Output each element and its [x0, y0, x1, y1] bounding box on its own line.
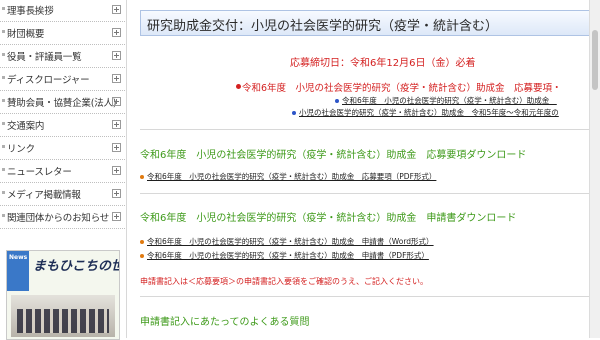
- expand-plus-icon[interactable]: [112, 120, 121, 129]
- expand-plus-icon[interactable]: [112, 97, 121, 106]
- sidebar-item[interactable]: ニュースレター: [0, 161, 125, 183]
- divider: [140, 129, 590, 130]
- expand-plus-icon[interactable]: [112, 212, 121, 221]
- sidebar-item-label: 交通案内: [7, 121, 45, 132]
- expand-plus-icon[interactable]: [112, 5, 121, 14]
- bullet-icon: [2, 191, 5, 194]
- bullet-icon: [2, 30, 5, 33]
- sidebar-item[interactable]: リンク: [0, 138, 125, 160]
- sidebar-item[interactable]: 役員・評議員一覧: [0, 46, 125, 68]
- application-pdf-link[interactable]: 令和6年度 小児の社会医学的研究（疫学・統計含む）助成金 申請書（PDF形式）: [147, 250, 429, 261]
- bullet-icon: [2, 99, 5, 102]
- sidebar-item-label: メディア掲載情報: [7, 190, 81, 201]
- sidebar-item[interactable]: ディスクロージャー: [0, 69, 125, 91]
- bullet-icon: [2, 214, 5, 217]
- orange-bullet-icon: [140, 240, 144, 244]
- sidebar-item[interactable]: 理事長挨拶: [0, 0, 125, 22]
- expand-plus-icon[interactable]: [112, 28, 121, 37]
- page-title: 研究助成金交付：小児の社会医学的研究（疫学・統計含む）: [147, 19, 499, 34]
- scrollbar[interactable]: [589, 0, 600, 338]
- newsletter-banner[interactable]: News まもひこちの世紀: [6, 250, 120, 340]
- banner-badge-text: News: [9, 254, 28, 261]
- blue-bullet-icon: [335, 99, 339, 103]
- section2-heading: 令和6年度 小児の社会医学的研究（疫学・統計含む）助成金 申請書ダウンロード: [140, 213, 517, 224]
- sidebar-item-label: ディスクロージャー: [7, 75, 90, 86]
- banner-badge: News: [7, 251, 29, 291]
- blue-bullet-icon: [292, 111, 296, 115]
- sidebar-item-label: ニュースレター: [7, 167, 72, 178]
- sidebar: 理事長挨拶財団概要役員・評議員一覧 ディスクロージャー賛助会員・協賛企業(法人) 交…: [0, 0, 127, 340]
- orange-bullet-icon: [140, 175, 144, 179]
- main-content: 研究助成金交付：小児の社会医学的研究（疫学・統計含む） 応募締切日：令和6年12…: [140, 0, 590, 338]
- sidebar-item[interactable]: メディア掲載情報: [0, 184, 125, 206]
- sidebar-item[interactable]: 関連団体からのお知らせ: [0, 207, 125, 229]
- sidebar-item[interactable]: 財団概要: [0, 23, 125, 45]
- sidebar-item-label: リンク: [7, 144, 35, 155]
- divider: [140, 193, 590, 194]
- sidebar-item[interactable]: 交通案内: [0, 115, 125, 137]
- sub-link-2[interactable]: 小児の社会医学的研究（疫学・統計含む）助成金 令和5年度～令和元年度の: [299, 107, 559, 118]
- deadline-text: 応募締切日：令和6年12月6日（金）必着: [290, 58, 476, 69]
- section1-heading: 令和6年度 小児の社会医学的研究（疫学・統計含む）助成金 応募要項ダウンロード: [140, 150, 527, 161]
- bullet-icon: [2, 145, 5, 148]
- expand-plus-icon[interactable]: [112, 189, 121, 198]
- sidebar-nav: 理事長挨拶財団概要役員・評議員一覧 ディスクロージャー賛助会員・協賛企業(法人) 交…: [0, 0, 126, 229]
- sub-link-1[interactable]: 令和6年度 小児の社会医学的研究（疫学・統計含む）助成金: [342, 95, 557, 106]
- page-title-bar: 研究助成金交付：小児の社会医学的研究（疫学・統計含む）: [140, 10, 590, 36]
- red-bullet-icon: [236, 84, 241, 89]
- guideline-pdf-link[interactable]: 令和6年度 小児の社会医学的研究（疫学・統計含む）助成金 応募要項（PDF形式）: [147, 171, 436, 182]
- sidebar-item-label: 賛助会員・協賛企業(法人): [7, 98, 117, 109]
- banner-logo-text: まもひこちの世紀: [33, 259, 119, 274]
- expand-plus-icon[interactable]: [112, 51, 121, 60]
- expand-plus-icon[interactable]: [112, 143, 121, 152]
- bullet-icon: [2, 7, 5, 10]
- expand-plus-icon[interactable]: [112, 74, 121, 83]
- application-word-link[interactable]: 令和6年度 小児の社会医学的研究（疫学・統計含む）助成金 申請書（Word形式）: [147, 236, 434, 247]
- bullet-icon: [2, 76, 5, 79]
- sidebar-item-label: 役員・評議員一覧: [7, 52, 82, 63]
- scrollbar-thumb[interactable]: [592, 30, 598, 90]
- bullet-icon: [2, 122, 5, 125]
- faq-heading: 申請書記入にあたってのよくある質問: [140, 317, 310, 328]
- application-note: 申請書記入は＜応募要項＞の申請書記入要領をご確認のうえ、ご記入ください。: [140, 277, 428, 286]
- bullet-icon: [2, 53, 5, 56]
- orange-bullet-icon: [140, 254, 144, 258]
- expand-plus-icon[interactable]: [112, 166, 121, 175]
- divider: [140, 296, 590, 297]
- sidebar-item-label: 関連団体からのお知らせ: [7, 213, 110, 224]
- sidebar-item-label: 財団概要: [7, 29, 45, 40]
- sidebar-item-label: 理事長挨拶: [7, 6, 54, 17]
- banner-people-image: [17, 309, 109, 333]
- bullet-icon: [2, 168, 5, 171]
- sidebar-item[interactable]: 賛助会員・協賛企業(法人): [0, 92, 125, 114]
- guideline-link[interactable]: 令和6年度 小児の社会医学的研究（疫学・統計含む）助成金 応募要項・: [242, 80, 562, 94]
